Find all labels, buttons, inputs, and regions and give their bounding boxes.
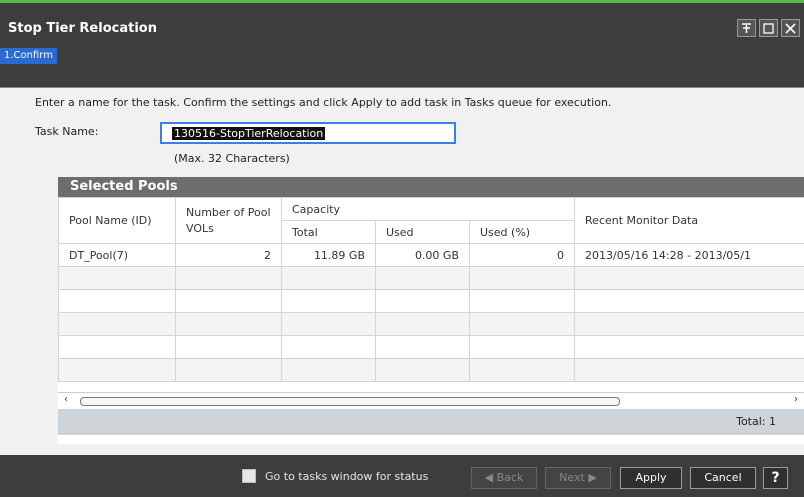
table-row-empty bbox=[58, 358, 804, 382]
table-row-empty bbox=[58, 335, 804, 359]
cell-recent-monitor: 2013/05/16 14:28 - 2013/05/1 bbox=[574, 243, 804, 267]
pin-icon[interactable] bbox=[737, 19, 756, 37]
dialog-footer: Go to tasks window for status ◀ Back Nex… bbox=[0, 455, 804, 497]
task-name-value: 130516-StopTierRelocation bbox=[172, 127, 326, 140]
chevron-right-icon: ▶ bbox=[588, 471, 597, 484]
step-confirm[interactable]: 1.Confirm bbox=[0, 48, 57, 64]
total-count: Total: 1 bbox=[736, 415, 776, 428]
col-num-vols[interactable]: Number of Pool VOLs bbox=[175, 197, 282, 244]
col-total[interactable]: Total bbox=[281, 220, 376, 244]
title-bar: Stop Tier Relocation bbox=[0, 3, 804, 45]
window-controls bbox=[737, 19, 800, 37]
col-used-pct[interactable]: Used (%) bbox=[468, 220, 576, 244]
col-capacity: Capacity bbox=[280, 197, 576, 221]
cell-used-pct: 0 bbox=[468, 243, 576, 267]
total-bar: Total: 1 bbox=[58, 409, 804, 435]
col-used[interactable]: Used bbox=[375, 220, 470, 244]
pools-grid: Pool Name (ID) Number of Pool VOLs Capac… bbox=[58, 197, 804, 382]
cancel-button[interactable]: Cancel bbox=[690, 467, 756, 489]
dialog-content: Enter a name for the task. Confirm the s… bbox=[0, 88, 804, 455]
table-row-empty bbox=[58, 312, 804, 336]
scrollbar-thumb[interactable] bbox=[80, 397, 620, 406]
cell-pool-name: DT_Pool(7) bbox=[58, 243, 176, 267]
table-header-bar: Selected Pools bbox=[58, 177, 804, 197]
scroll-left-icon[interactable]: ‹ bbox=[64, 394, 68, 405]
back-button[interactable]: ◀ Back bbox=[471, 467, 537, 489]
go-to-tasks-checkbox[interactable] bbox=[242, 469, 256, 483]
table-row-empty bbox=[58, 289, 804, 313]
go-to-tasks-label: Go to tasks window for status bbox=[265, 470, 429, 483]
selected-pools-table: Selected Pools Pool Name (ID) Number of … bbox=[58, 177, 804, 444]
cell-num-vols: 2 bbox=[175, 243, 282, 267]
table-row-empty bbox=[58, 266, 804, 290]
task-name-label: Task Name: bbox=[35, 125, 99, 138]
apply-button[interactable]: Apply bbox=[620, 467, 682, 489]
close-icon[interactable] bbox=[781, 19, 800, 37]
window-title: Stop Tier Relocation bbox=[8, 21, 157, 36]
maximize-icon[interactable] bbox=[759, 19, 778, 37]
scroll-right-icon[interactable]: › bbox=[794, 394, 798, 405]
cell-total: 11.89 GB bbox=[281, 243, 376, 267]
chevron-left-icon: ◀ bbox=[484, 471, 494, 484]
task-name-input[interactable]: 130516-StopTierRelocation bbox=[160, 122, 456, 144]
table-title: Selected Pools bbox=[70, 179, 178, 194]
task-name-hint: (Max. 32 Characters) bbox=[174, 152, 290, 165]
col-pool-name[interactable]: Pool Name (ID) bbox=[58, 197, 176, 244]
cell-used: 0.00 GB bbox=[375, 243, 470, 267]
horizontal-scrollbar[interactable]: ‹ › bbox=[58, 392, 804, 409]
next-button[interactable]: Next ▶ bbox=[545, 467, 611, 489]
col-recent-monitor[interactable]: Recent Monitor Data bbox=[574, 197, 804, 244]
step-bar: 1.Confirm bbox=[0, 45, 804, 67]
help-button[interactable]: ? bbox=[763, 467, 788, 489]
header-band bbox=[0, 67, 804, 88]
table-row[interactable]: DT_Pool(7) 2 11.89 GB 0.00 GB 0 2013/05/… bbox=[58, 243, 804, 267]
instruction-text: Enter a name for the task. Confirm the s… bbox=[35, 96, 612, 109]
